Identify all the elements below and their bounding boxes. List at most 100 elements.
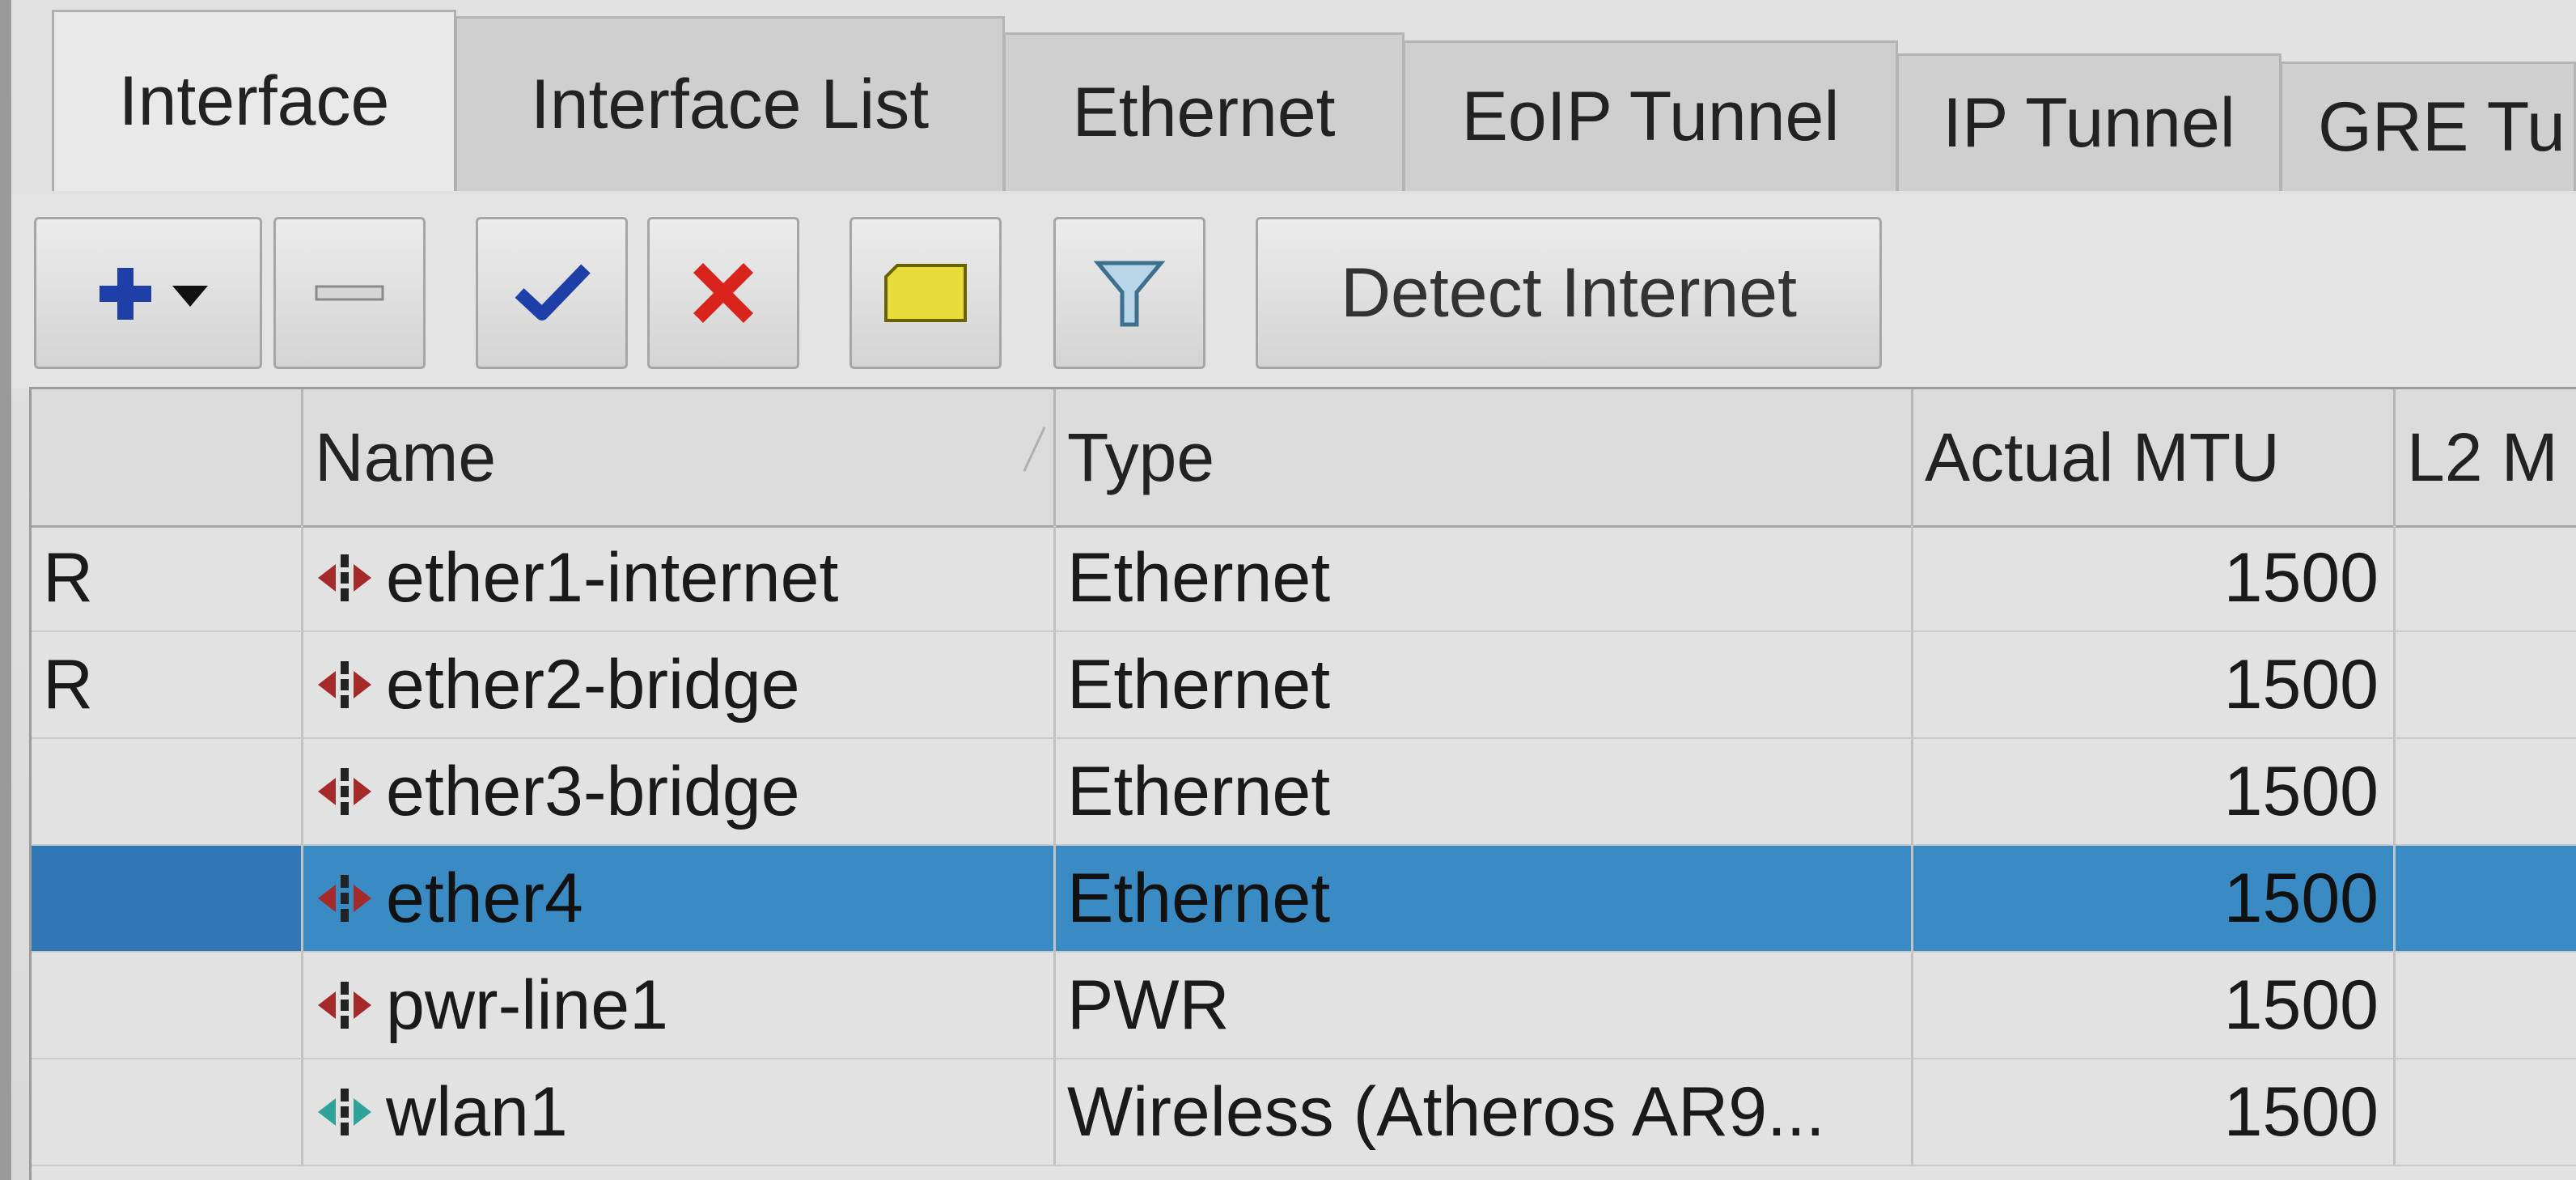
row-actual-mtu-text: 1500 (2223, 966, 2379, 1044)
tab-eoip-tunnel[interactable]: EoIP Tunnel (1403, 40, 1898, 191)
table-row[interactable]: Rether2-bridge Ethernet 1500 (32, 632, 2576, 739)
table-row[interactable]: Rether1-internet Ethernet 1500 (32, 525, 2576, 632)
row-flag (32, 1059, 303, 1166)
interface-table: Name Type Actual MTU L2 M Rether1-intern… (29, 387, 2576, 1180)
row-actual-mtu-text: 1500 (2223, 752, 2379, 830)
ethernet-icon (318, 875, 371, 922)
detect-internet-button[interactable]: Detect Internet (1256, 217, 1882, 369)
table-row[interactable]: pwr-line1 PWR 1500 (32, 953, 2576, 1059)
winbox-interface-window: Interface Interface List Ethernet EoIP T… (0, 0, 2576, 1180)
row-l2-mtu (2396, 739, 2576, 846)
filter-icon (1093, 261, 1166, 327)
tab-ip-tunnel[interactable]: IP Tunnel (1896, 53, 2282, 191)
minus-icon (315, 285, 384, 301)
row-type-text: Ethernet (1067, 859, 1331, 937)
row-type-text: Ethernet (1067, 645, 1331, 724)
column-header-flags[interactable] (32, 389, 303, 525)
column-header-type[interactable]: Type (1056, 389, 1913, 525)
column-header-label: L2 M (2407, 418, 2558, 495)
row-flag-text: R (43, 645, 94, 724)
toolbar: Detect Internet (11, 194, 2576, 388)
disable-button[interactable] (647, 217, 799, 369)
row-name-text: ether3-bridge (386, 752, 800, 830)
row-actual-mtu: 1500 (1913, 739, 2396, 846)
row-l2-mtu (2396, 1059, 2576, 1166)
table-row[interactable]: wlan1 Wireless (Atheros AR9... 1500 (32, 1059, 2576, 1166)
row-actual-mtu: 1500 (1913, 953, 2396, 1059)
tab-interface[interactable]: Interface (52, 10, 456, 191)
x-icon (693, 262, 754, 324)
row-name: wlan1 (303, 1059, 1056, 1166)
ethernet-icon (318, 554, 371, 601)
plus-icon (100, 268, 208, 320)
row-l2-mtu (2396, 632, 2576, 739)
row-flag-text: R (43, 538, 94, 617)
row-type-text: PWR (1067, 966, 1230, 1044)
row-type: Wireless (Atheros AR9... (1056, 1059, 1913, 1166)
row-actual-mtu: 1500 (1913, 846, 2396, 953)
row-actual-mtu-text: 1500 (2223, 538, 2379, 617)
tab-label: EoIP Tunnel (1461, 78, 1840, 155)
row-type: Ethernet (1056, 632, 1913, 739)
row-actual-mtu-text: 1500 (2223, 1072, 2379, 1151)
tab-strip: Interface Interface List Ethernet EoIP T… (11, 0, 2576, 194)
row-l2-mtu (2396, 846, 2576, 953)
row-type: Ethernet (1056, 525, 1913, 632)
column-header-label: Actual MTU (1925, 418, 2280, 495)
tab-label: Interface List (530, 66, 930, 143)
remove-button[interactable] (273, 217, 426, 369)
column-header-name[interactable]: Name (303, 389, 1056, 525)
row-type: Ethernet (1056, 739, 1913, 846)
row-type-text: Ethernet (1067, 538, 1331, 617)
note-icon (884, 264, 967, 322)
tab-gre-tunnel[interactable]: GRE Tu (2280, 62, 2576, 191)
row-name: pwr-line1 (303, 953, 1056, 1059)
row-name-text: ether1-internet (386, 538, 839, 617)
ethernet-icon (318, 982, 371, 1029)
tab-label: Interface (118, 62, 390, 140)
row-name: ether2-bridge (303, 632, 1056, 739)
table-row[interactable]: ether4 Ethernet 1500 (32, 846, 2576, 953)
tab-label: Ethernet (1072, 74, 1336, 151)
row-type-text: Wireless (Atheros AR9... (1067, 1072, 1825, 1151)
add-button[interactable] (34, 217, 262, 369)
row-flag (32, 953, 303, 1059)
row-name: ether4 (303, 846, 1056, 953)
column-header-label: Type (1067, 418, 1215, 495)
row-flag: R (32, 632, 303, 739)
row-name: ether1-internet (303, 525, 1056, 632)
ethernet-icon (318, 661, 371, 708)
row-type: Ethernet (1056, 846, 1913, 953)
row-name-text: pwr-line1 (386, 966, 668, 1044)
row-name-text: ether2-bridge (386, 645, 800, 724)
tab-label: GRE Tu (2318, 88, 2565, 166)
row-actual-mtu: 1500 (1913, 632, 2396, 739)
column-resize-grip (1023, 427, 1046, 472)
row-flag: R (32, 525, 303, 632)
row-flag (32, 846, 303, 953)
tab-ethernet[interactable]: Ethernet (1003, 32, 1405, 191)
column-header-l2-mtu[interactable]: L2 M (2396, 389, 2576, 525)
row-type: PWR (1056, 953, 1913, 1059)
tab-interface-list[interactable]: Interface List (455, 16, 1005, 191)
row-actual-mtu: 1500 (1913, 525, 2396, 632)
row-name: ether3-bridge (303, 739, 1056, 846)
row-l2-mtu (2396, 525, 2576, 632)
table-row[interactable]: ether3-bridge Ethernet 1500 (32, 739, 2576, 846)
column-header-actual-mtu[interactable]: Actual MTU (1913, 389, 2396, 525)
row-name-text: wlan1 (386, 1072, 568, 1151)
row-name-text: ether4 (386, 859, 583, 937)
row-type-text: Ethernet (1067, 752, 1331, 830)
wireless-icon (318, 1089, 371, 1135)
row-actual-mtu-text: 1500 (2223, 859, 2379, 937)
column-header-label: Name (315, 418, 497, 495)
ethernet-icon (318, 768, 371, 815)
tab-label: IP Tunnel (1943, 84, 2235, 162)
row-actual-mtu: 1500 (1913, 1059, 2396, 1166)
row-flag (32, 739, 303, 846)
detect-internet-label: Detect Internet (1340, 253, 1798, 332)
enable-button[interactable] (476, 217, 628, 369)
filter-button[interactable] (1053, 217, 1205, 369)
comment-button[interactable] (849, 217, 1002, 369)
row-actual-mtu-text: 1500 (2223, 645, 2379, 724)
